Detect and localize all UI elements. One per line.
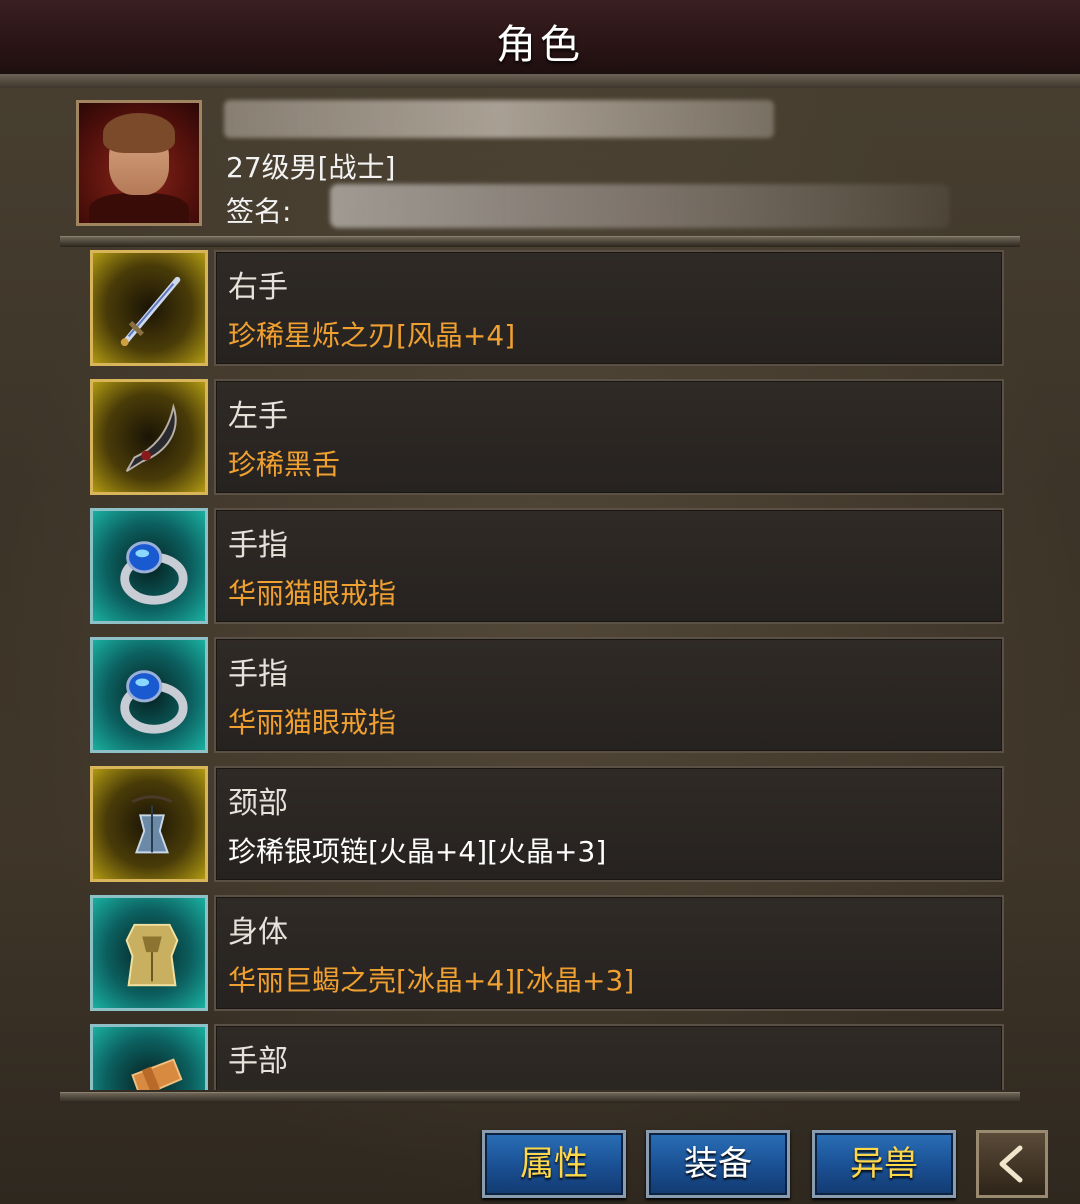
slot-name: 手指 (228, 657, 288, 692)
equipment-info[interactable]: 手部 (214, 1024, 1004, 1090)
slot-name: 颈部 (228, 786, 288, 821)
title-rail (0, 74, 1080, 88)
avatar-body (89, 193, 189, 223)
gauntlet-icon (131, 1058, 183, 1090)
equipment-slot-icon[interactable] (90, 1024, 208, 1090)
sword-icon (120, 276, 181, 347)
equipment-slot-icon[interactable] (90, 895, 208, 1011)
equipment-row[interactable]: 颈部 珍稀银项链[火晶+4][火晶+3] (88, 764, 1008, 886)
slot-name: 左手 (228, 399, 288, 434)
equipment-row[interactable]: 左手 珍稀黑舌 (88, 377, 1008, 499)
ring-icon (120, 541, 188, 605)
slot-name: 手指 (228, 528, 288, 563)
equipment-button[interactable]: 装备 (646, 1130, 790, 1198)
equipment-row[interactable]: 手指 华丽猫眼戒指 (88, 635, 1008, 757)
armor-icon (125, 923, 179, 987)
chevron-left-icon (999, 1145, 1023, 1183)
equipment-row[interactable]: 右手 珍稀星烁之刃[风晶+4] (88, 248, 1008, 370)
item-name: 珍稀星烁之刃[风晶+4] (228, 319, 516, 352)
item-name: 华丽巨蝎之壳[冰晶+4][冰晶+3] (228, 964, 635, 997)
equipment-slot-icon[interactable] (90, 508, 208, 624)
avatar[interactable] (76, 100, 202, 226)
slot-name: 身体 (228, 915, 288, 950)
item-name: 华丽猫眼戒指 (228, 577, 397, 610)
equipment-slot-icon[interactable] (90, 379, 208, 495)
equipment-info[interactable]: 颈部 珍稀银项链[火晶+4][火晶+3] (214, 766, 1004, 882)
ring-icon (120, 670, 188, 734)
equipment-slot-icon[interactable] (90, 637, 208, 753)
bottom-divider (60, 1092, 1020, 1103)
top-divider (60, 236, 1020, 247)
page-title: 角色 (496, 22, 584, 68)
equipment-info[interactable]: 手指 华丽猫眼戒指 (214, 637, 1004, 753)
equipment-info[interactable]: 左手 珍稀黑舌 (214, 379, 1004, 495)
item-name: 华丽猫眼戒指 (228, 706, 397, 739)
equipment-info[interactable]: 身体 华丽巨蝎之壳[冰晶+4][冰晶+3] (214, 895, 1004, 1011)
equipment-slot-icon[interactable] (90, 250, 208, 366)
slot-name: 右手 (228, 270, 288, 305)
necklace-icon (131, 795, 173, 854)
back-button[interactable] (976, 1130, 1048, 1198)
player-name-redacted (224, 100, 774, 138)
equipment-slot-icon[interactable] (90, 766, 208, 882)
equipment-row[interactable]: 手部 (88, 1022, 1008, 1090)
beasts-button[interactable]: 异兽 (812, 1130, 956, 1198)
attributes-button[interactable]: 属性 (482, 1130, 626, 1198)
signature-label: 签名: (226, 195, 292, 228)
slot-name: 手部 (228, 1044, 288, 1079)
equipment-info[interactable]: 手指 华丽猫眼戒指 (214, 508, 1004, 624)
equipment-list[interactable]: 右手 珍稀星烁之刃[风晶+4] 左手 珍稀黑舌 手指 华丽猫眼戒指 手指 华丽猫… (88, 248, 1008, 1090)
item-name: 珍稀银项链[火晶+4][火晶+3] (228, 835, 607, 868)
level-class-text: 27级男[战士] (226, 151, 396, 184)
avatar-hair (103, 113, 175, 153)
curved-blade-icon (125, 403, 177, 473)
equipment-row[interactable]: 身体 华丽巨蝎之壳[冰晶+4][冰晶+3] (88, 893, 1008, 1015)
equipment-info[interactable]: 右手 珍稀星烁之刃[风晶+4] (214, 250, 1004, 366)
item-name: 珍稀黑舌 (228, 448, 341, 481)
equipment-row[interactable]: 手指 华丽猫眼戒指 (88, 506, 1008, 628)
signature-redacted (330, 184, 950, 228)
